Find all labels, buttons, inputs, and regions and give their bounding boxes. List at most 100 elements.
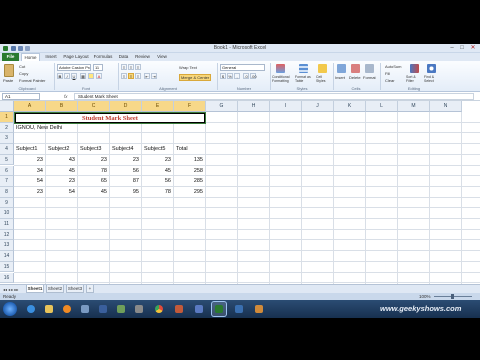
cell-a2[interactable]: IGNOU, New Delhi bbox=[16, 123, 62, 134]
align-middle-icon[interactable]: ≡ bbox=[128, 64, 134, 70]
worksheet-grid[interactable]: A B C D E F G H I J K L M N 1 2 3 4 5 6 7 8 9 10 11 12 13 14 15 16 Stu… bbox=[0, 101, 480, 284]
copy-button[interactable]: Copy bbox=[19, 71, 28, 76]
tab-view[interactable]: View bbox=[154, 53, 170, 61]
data-cell[interactable]: 135 bbox=[174, 155, 203, 166]
column-label-cell[interactable]: Subject5 bbox=[144, 144, 165, 155]
data-cell[interactable]: 295 bbox=[174, 187, 203, 198]
column-label-cell[interactable]: Subject3 bbox=[80, 144, 101, 155]
data-cell[interactable]: 23 bbox=[142, 155, 171, 166]
data-cell[interactable]: 34 bbox=[14, 166, 43, 177]
fill-color-icon[interactable] bbox=[88, 73, 94, 79]
formula-input[interactable]: Student Mark Sheet bbox=[74, 93, 474, 100]
row-header-6[interactable]: 6 bbox=[0, 165, 14, 177]
chrome-taskbar-icon[interactable] bbox=[152, 302, 166, 316]
underline-button[interactable]: U bbox=[71, 73, 77, 79]
find-select-button[interactable]: Find & Select bbox=[424, 75, 442, 83]
zoom-level[interactable]: 100% bbox=[419, 293, 431, 300]
column-label-cell[interactable]: Subject2 bbox=[48, 144, 69, 155]
percent-icon[interactable]: % bbox=[227, 73, 233, 79]
data-cell[interactable]: 87 bbox=[110, 176, 139, 187]
align-right-icon[interactable]: ≡ bbox=[135, 73, 141, 79]
row-header-12[interactable]: 12 bbox=[0, 229, 14, 241]
data-cell[interactable]: 45 bbox=[46, 166, 75, 177]
row-header-11[interactable]: 11 bbox=[0, 219, 14, 230]
data-cell[interactable]: 285 bbox=[174, 176, 203, 187]
data-cell[interactable]: 56 bbox=[142, 176, 171, 187]
format-as-table-button[interactable]: Format as Table bbox=[295, 75, 315, 83]
insert-function-icon[interactable]: fx bbox=[64, 93, 68, 100]
data-cell[interactable]: 23 bbox=[14, 187, 43, 198]
tab-page-layout[interactable]: Page Layout bbox=[62, 53, 90, 61]
tab-file[interactable]: File bbox=[2, 53, 19, 61]
app-taskbar-icon[interactable] bbox=[114, 302, 128, 316]
data-cell[interactable]: 23 bbox=[78, 155, 107, 166]
tab-insert[interactable]: Insert bbox=[42, 53, 60, 61]
align-bottom-icon[interactable]: ≡ bbox=[135, 64, 141, 70]
format-cells-icon[interactable] bbox=[365, 64, 374, 73]
maximize-button[interactable]: □ bbox=[458, 45, 466, 52]
sheet-tab-sheet3[interactable]: Sheet3 bbox=[66, 285, 84, 293]
start-button-icon[interactable] bbox=[3, 302, 17, 316]
excel-taskbar-icon[interactable] bbox=[212, 302, 226, 316]
fill-button[interactable]: Fill bbox=[385, 71, 390, 76]
column-header-c[interactable]: C bbox=[78, 101, 110, 112]
data-cell[interactable]: 45 bbox=[142, 166, 171, 177]
ie-taskbar-icon[interactable] bbox=[24, 302, 38, 316]
column-header-f[interactable]: F bbox=[174, 101, 206, 112]
zoom-slider-thumb[interactable] bbox=[451, 294, 454, 299]
row-header-5[interactable]: 5 bbox=[0, 154, 14, 166]
column-header-i[interactable]: I bbox=[270, 101, 302, 112]
data-cell[interactable]: 78 bbox=[142, 187, 171, 198]
clear-button[interactable]: Clear bbox=[385, 78, 395, 83]
column-label-cell[interactable]: Subject4 bbox=[112, 144, 133, 155]
currency-icon[interactable]: $ bbox=[220, 73, 226, 79]
column-header-b[interactable]: B bbox=[46, 101, 78, 112]
row-header-15[interactable]: 15 bbox=[0, 261, 14, 273]
app-taskbar-icon[interactable] bbox=[172, 302, 186, 316]
app-taskbar-icon[interactable] bbox=[132, 302, 146, 316]
app-taskbar-icon[interactable] bbox=[78, 302, 92, 316]
paste-icon[interactable] bbox=[4, 64, 14, 77]
column-header-g[interactable]: G bbox=[206, 101, 238, 112]
decrease-indent-icon[interactable]: ⇤ bbox=[144, 73, 150, 79]
number-format-select[interactable]: General bbox=[220, 64, 265, 71]
minimize-button[interactable]: – bbox=[448, 45, 456, 52]
data-cell[interactable]: 78 bbox=[78, 166, 107, 177]
format-cells-button[interactable]: Format bbox=[363, 75, 376, 80]
align-center-icon[interactable]: ≡ bbox=[128, 73, 134, 79]
data-cell[interactable]: 23 bbox=[14, 155, 43, 166]
format-painter-button[interactable]: Format Painter bbox=[19, 78, 45, 83]
insert-sheet-icon[interactable]: + bbox=[86, 285, 94, 293]
column-header-d[interactable]: D bbox=[110, 101, 142, 112]
column-header-e[interactable]: E bbox=[142, 101, 174, 112]
tab-formulas[interactable]: Formulas bbox=[92, 53, 114, 61]
paste-button[interactable]: Paste bbox=[3, 78, 13, 83]
row-header-7[interactable]: 7 bbox=[0, 176, 14, 187]
select-all-button[interactable] bbox=[0, 101, 14, 112]
tab-home[interactable]: Home bbox=[21, 53, 40, 61]
column-header-n[interactable]: N bbox=[430, 101, 462, 112]
comma-style-icon[interactable]: , bbox=[234, 73, 240, 79]
data-cell[interactable]: 23 bbox=[46, 176, 75, 187]
autosum-button[interactable]: AutoSum bbox=[385, 64, 401, 69]
italic-button[interactable]: I bbox=[64, 73, 70, 79]
conditional-formatting-icon[interactable] bbox=[276, 64, 285, 73]
column-header-a[interactable]: A bbox=[14, 101, 46, 112]
borders-icon[interactable]: ▦ bbox=[80, 73, 86, 79]
data-cell[interactable]: 258 bbox=[174, 166, 203, 177]
row-header-2[interactable]: 2 bbox=[0, 122, 14, 134]
increase-indent-icon[interactable]: ⇥ bbox=[151, 73, 157, 79]
tab-data[interactable]: Data bbox=[116, 53, 131, 61]
wrap-text-button[interactable]: Wrap Text bbox=[179, 65, 197, 70]
font-size-select[interactable]: 11 bbox=[93, 64, 103, 71]
row-header-14[interactable]: 14 bbox=[0, 251, 14, 262]
increase-decimal-icon[interactable]: .0 bbox=[243, 73, 249, 79]
app-taskbar-icon[interactable] bbox=[96, 302, 110, 316]
insert-cells-icon[interactable] bbox=[337, 64, 346, 73]
row-header-9[interactable]: 9 bbox=[0, 197, 14, 209]
data-cell[interactable]: 23 bbox=[110, 155, 139, 166]
cut-button[interactable]: Cut bbox=[19, 64, 25, 69]
cell-styles-icon[interactable] bbox=[318, 64, 327, 73]
row-header-8[interactable]: 8 bbox=[0, 186, 14, 198]
sheet-tab-sheet2[interactable]: Sheet2 bbox=[46, 285, 64, 293]
